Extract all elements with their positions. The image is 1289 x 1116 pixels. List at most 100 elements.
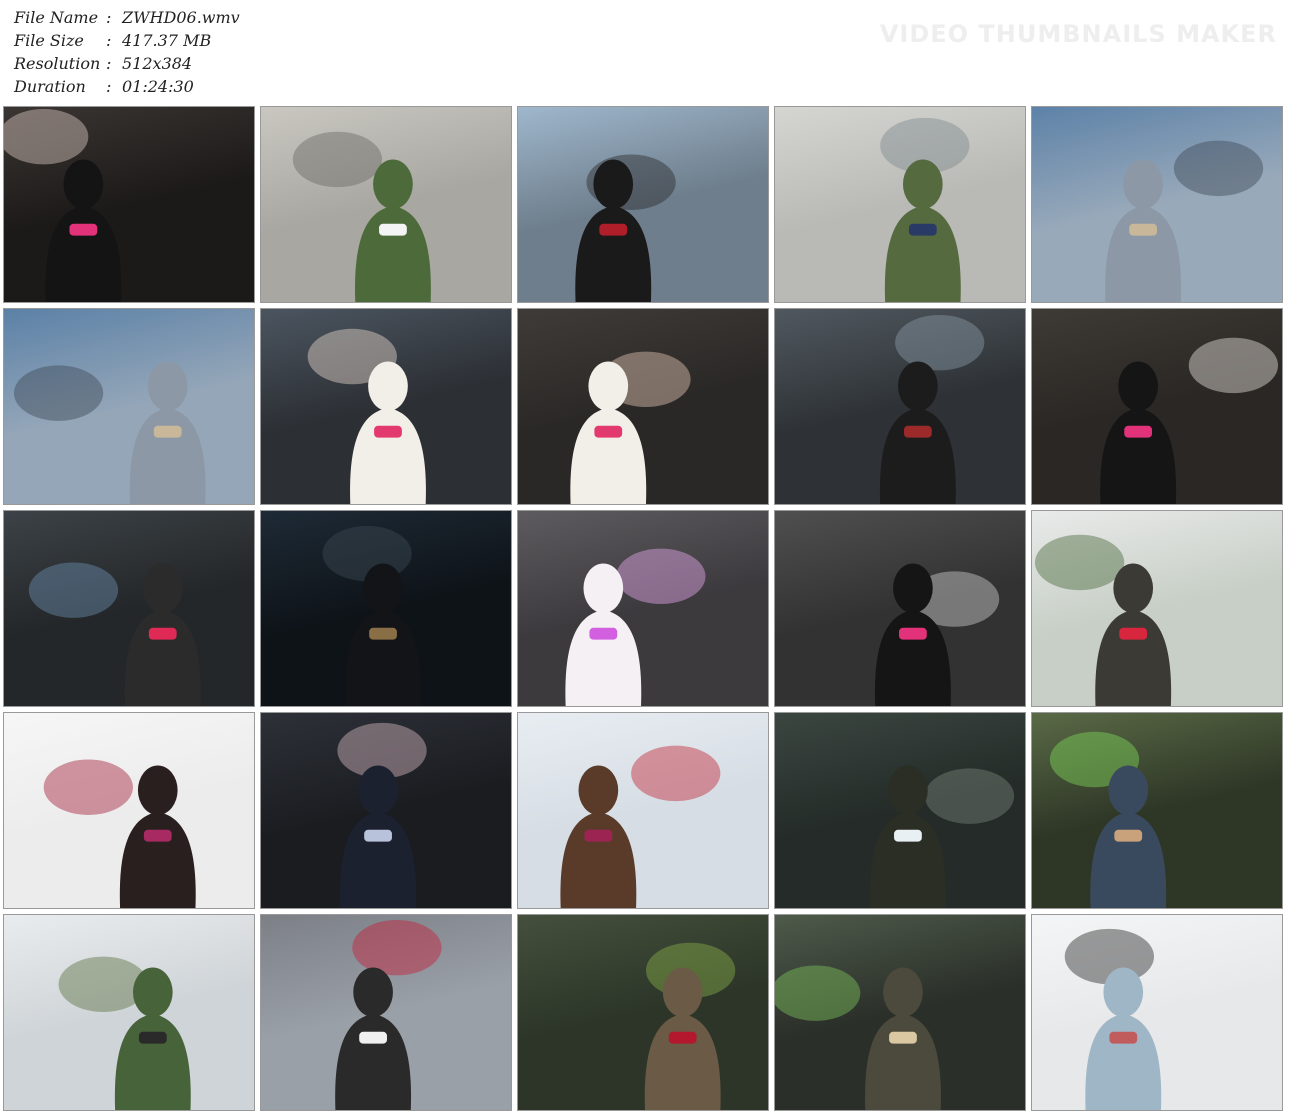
thumbnail-dark-villain-over-heroine	[1031, 308, 1283, 505]
thumbnail-red-heroine-lying-tiles	[260, 914, 512, 1111]
thumbnail-frame	[1032, 713, 1282, 908]
thumbnail-frame	[4, 309, 254, 504]
thumbnail-heroine-bound-closeup-2	[517, 308, 769, 505]
resolution-row: Resolution : 512x384	[14, 52, 240, 75]
thumbnail-frame	[518, 309, 768, 504]
thumbnail-figure-head	[1113, 563, 1154, 613]
thumbnail-soldiers-at-night	[774, 712, 1026, 909]
thumbnail-frame	[4, 713, 254, 908]
thumbnail-figure-head	[1103, 967, 1144, 1017]
thumbnail-figure-head	[893, 563, 933, 613]
thumbnail-frame	[775, 915, 1025, 1110]
thumbnail-frame	[775, 511, 1025, 706]
thumbnail-highlight	[1034, 534, 1125, 591]
thumbnail-accent	[1114, 829, 1143, 842]
thumbnail-frame	[775, 107, 1025, 302]
thumbnail-accent	[374, 425, 402, 438]
thumbnail-highlight	[895, 314, 985, 371]
thumbnail-accent	[889, 1031, 917, 1044]
thumbnail-figure-head	[583, 563, 624, 613]
thumbnail-frame	[261, 309, 511, 504]
resolution-value: 512x384	[122, 54, 193, 73]
thumbnail-camo-villain-green-light	[517, 914, 769, 1111]
thumbnail-highlight	[775, 965, 861, 1021]
thumbnail-accent	[1124, 425, 1153, 438]
thumbnail-frame	[1032, 309, 1282, 504]
thumbnail-background	[518, 713, 768, 908]
thumbnail-frame	[4, 107, 254, 302]
thumbnail-man-green-light	[1031, 712, 1283, 909]
thumbnail-camo-villain-climbing-wall	[774, 106, 1026, 303]
thumbnail-accent	[599, 223, 628, 236]
duration-value: 01:24:30	[122, 77, 194, 96]
thumbnail-accent	[379, 223, 407, 236]
thumbnail-accent	[1119, 627, 1148, 640]
thumbnail-highlight	[292, 131, 383, 188]
thumbnail-accent	[1129, 223, 1157, 236]
thumbnail-figure-head	[373, 159, 413, 209]
thumbnail-figure-head	[883, 967, 923, 1017]
file-info: File Name : ZWHD06.wmv File Size : 417.3…	[14, 6, 240, 98]
thumbnail-accent	[908, 223, 937, 236]
thumbnail-armored-villain-low-angle	[1031, 106, 1283, 303]
duration-separator: :	[106, 77, 112, 96]
thumbnail-accent	[153, 425, 182, 438]
thumbnail-frame	[518, 713, 768, 908]
thumbnail-grid	[3, 106, 1283, 1111]
thumbnail-figure-head	[132, 967, 173, 1017]
thumbnail-background	[518, 915, 768, 1110]
thumbnail-hooded-villain-sky	[517, 106, 769, 303]
thumbnail-frame	[1032, 915, 1282, 1110]
thumbnail-figure-head	[368, 361, 408, 411]
thumbnail-frame	[1032, 107, 1282, 302]
thumbnail-accent	[138, 1031, 167, 1044]
thumbnail-frame	[775, 713, 1025, 908]
file-size-value: 417.37 MB	[122, 31, 212, 50]
file-name-value: ZWHD06.wmv	[122, 8, 240, 27]
thumbnail-accent	[364, 829, 392, 842]
thumbnail-background	[518, 511, 768, 706]
thumbnail-figure-head	[1123, 159, 1163, 209]
thumbnail-uniformed-woman-cap	[260, 712, 512, 909]
thumbnail-figure-head	[888, 765, 928, 815]
thumbnail-highlight	[1173, 140, 1264, 197]
thumbnail-accent	[69, 223, 98, 236]
file-size-row: File Size : 417.37 MB	[14, 29, 240, 52]
thumbnail-frame	[261, 915, 511, 1110]
thumbnail-highlight	[631, 745, 721, 802]
thumbnail-highlight	[13, 365, 104, 421]
thumbnail-frame	[518, 511, 768, 706]
thumbnail-masked-red-heroine-sky	[517, 712, 769, 909]
thumbnail-figure-head	[137, 765, 178, 815]
duration-row: Duration : 01:24:30	[14, 75, 240, 98]
thumbnail-heroine-captive-lab-dark	[3, 510, 255, 707]
thumbnail-figure-head	[1118, 361, 1158, 411]
thumbnail-frame	[1032, 511, 1282, 706]
thumbnail-highlight	[43, 759, 133, 815]
thumbnail-figure-head	[147, 361, 188, 411]
thumbnail-gas-mask-soldier-bat	[774, 914, 1026, 1111]
file-size-separator: :	[106, 31, 112, 50]
thumbnail-frame	[518, 915, 768, 1110]
thumbnail-figure-head	[353, 967, 393, 1017]
thumbnail-accent	[369, 627, 397, 640]
thumbnail-figure-head	[1108, 765, 1149, 815]
thumbnail-man-looking-up-sky	[1031, 914, 1283, 1111]
thumbnail-frame	[4, 915, 254, 1110]
thumbnail-accent	[903, 425, 932, 438]
thumbnail-heroine-running-camo-villain-street	[260, 106, 512, 303]
thumbnail-accent	[148, 627, 177, 640]
thumbnail-highlight	[616, 548, 706, 605]
thumbnail-highlight	[1188, 337, 1279, 394]
thumbnail-accent	[584, 829, 613, 842]
resolution-label: Resolution	[14, 54, 101, 73]
thumbnail-frame	[261, 107, 511, 302]
thumbnail-red-heroine-vs-camo-villain	[1031, 510, 1283, 707]
thumbnail-figure-head	[593, 159, 634, 209]
thumbnail-accent	[668, 1031, 697, 1044]
thumbnail-insect-villain-dark	[260, 510, 512, 707]
thumbnail-highlight	[352, 919, 442, 976]
thumbnail-figure-head	[358, 765, 398, 815]
thumbnail-accent	[589, 627, 618, 640]
thumbnail-frame	[4, 511, 254, 706]
